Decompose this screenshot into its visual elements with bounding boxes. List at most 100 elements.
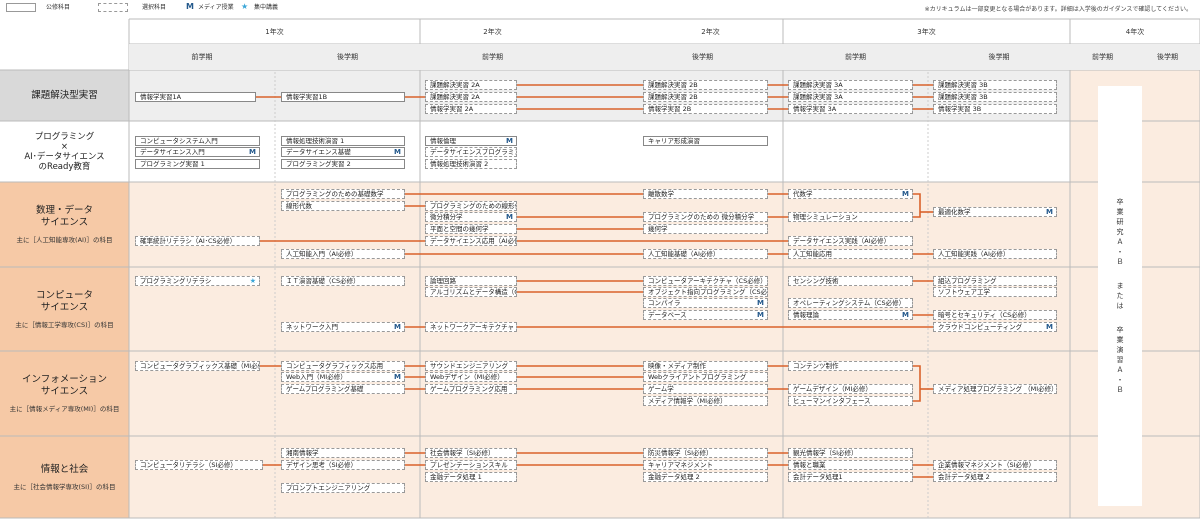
course-box: 平面と空間の幾何学 [425, 224, 517, 234]
grad-char: 習 [1116, 356, 1124, 364]
course-name: デザイン思考（SI必修） [286, 461, 358, 469]
course-name: ネットワーク入門 [286, 323, 338, 331]
grad-char: は [1116, 302, 1124, 310]
media-icon: M [757, 311, 764, 319]
course-box: ＩＴ演習基礎（CS必修） [281, 276, 405, 286]
course-name: 課題解決実習 2B [648, 81, 698, 89]
course-box: サウンドエンジニアリング [425, 361, 517, 371]
course-box: ネットワークアーキテクチャ（CS必修） [425, 322, 517, 332]
course-name: 組込プログラミング [938, 277, 997, 285]
row-label-cs: コンピュータ サイエンス 主に［情報工学専攻(CS)］の科目 [0, 267, 129, 351]
course-box: 情報学実習 3A [788, 104, 913, 114]
course-box: 確率統計リテラシ（AI･CS必修） [135, 236, 260, 246]
course-name: 課題解決実習 3A [793, 93, 843, 101]
course-name: 情報学実習 3A [793, 105, 837, 113]
media-icon: M [902, 311, 909, 319]
course-name: データベース [648, 311, 687, 319]
course-box: 組込プログラミング [933, 276, 1057, 286]
course-box: 人工知能実践（AI必修） [933, 249, 1057, 259]
course-name: 情報倫理 [430, 137, 456, 145]
course-box: コンピュータグラフィックス基礎（MI必修） [135, 361, 260, 371]
row-title: 情報と社会 [40, 463, 89, 475]
grad-char: 演 [1116, 346, 1124, 354]
graduation-or-text: ま た は [1117, 281, 1124, 311]
row-label-math: 数理・データ サイエンス 主に［人工知能専攻(AI)］の科目 [0, 182, 129, 267]
course-name: クラウドコンピューティング [938, 323, 1023, 331]
row-title: インフォメーション サイエンス [21, 374, 108, 397]
course-box: 線形代数 [281, 201, 405, 211]
course-box: データサイエンス応用（AI必修） [425, 236, 517, 246]
course-name: コンピュータグラフィックス応用 [286, 362, 384, 370]
term-header: 前学期 [783, 44, 928, 70]
term-header: 後学期 [275, 44, 420, 70]
course-box: 課題解決実習 2A [425, 80, 517, 90]
course-box: 情報学実習 2B [643, 104, 768, 114]
course-box: 人工知能入門（AI必修） [281, 249, 405, 259]
year-header-4: 4年次 [1125, 27, 1145, 36]
course-box: ゲーム学 [643, 384, 768, 394]
course-box: 観光情報学（SI必修） [788, 448, 913, 458]
course-box: 映像・メディア制作 [643, 361, 768, 371]
course-name: プログラミング実習 1 [140, 160, 205, 168]
course-box: 企業情報マネジメント（SI必修） [933, 460, 1057, 470]
term-header: 後学期 [1135, 44, 1200, 70]
course-name: 最適化数学 [938, 208, 971, 216]
course-box: ゲームデザイン（MI必修） [788, 384, 913, 394]
course-name: Web入門（MI必修） [286, 373, 347, 381]
course-box: プログラミングリテラシ ★ [135, 276, 260, 286]
course-name: センシング技術 [793, 277, 839, 285]
course-box: コンピュータリテラシ（SI必修） [135, 460, 263, 470]
course-name: Webクライアントプログラミング [648, 373, 747, 381]
course-name: 課題解決実習 2A [430, 93, 480, 101]
course-name: サウンドエンジニアリング [430, 362, 508, 370]
media-icon: M [394, 148, 401, 156]
course-box: 社会情報学（SI必修） [425, 448, 517, 458]
grad-char: Ａ [1116, 366, 1124, 374]
course-name: 観光情報学（SI必修） [793, 449, 858, 457]
grad-char: Ａ [1116, 238, 1124, 246]
course-box: 離散数学 [643, 189, 768, 199]
course-name: 情報理論 [793, 311, 819, 319]
course-name: 社会情報学（SI必修） [430, 449, 495, 457]
course-name: ＩＴ演習基礎（CS必修） [286, 277, 360, 285]
course-name: 人工知能入門（AI必修） [286, 250, 358, 258]
course-box: デザイン思考（SI必修） [281, 460, 405, 470]
course-box: プロンプトエンジニアリング [281, 483, 405, 493]
course-box: 情報処理技術演習 2 [425, 159, 517, 169]
course-box: 情報と職業 [788, 460, 913, 470]
graduation-seminar-text: 卒 業 演 習 Ａ ・ Ｂ [1117, 325, 1124, 395]
course-box: ゲームプログラミング基礎 [281, 384, 405, 394]
course-box: オブジェクト指向プログラミング（CS必修） [643, 287, 768, 297]
course-name: 幾何学 [648, 225, 668, 233]
course-name: 課題解決実習 2A [430, 81, 480, 89]
course-box: 物理シミュレーション [788, 212, 913, 222]
course-name: プログラミングのための線形代数 [430, 202, 516, 210]
grad-char: Ｂ [1116, 258, 1124, 266]
course-name: ゲームデザイン（MI必修） [793, 385, 872, 393]
media-icon: M [902, 190, 909, 198]
course-name: 企業情報マネジメント（SI必修） [938, 461, 1036, 469]
term-header: 前学期 [129, 44, 275, 70]
grad-char: 研 [1116, 218, 1124, 226]
course-box: センシング技術 [788, 276, 913, 286]
course-box: 課題解決実習 3A [788, 92, 913, 102]
course-name: 課題解決実習 3B [938, 93, 988, 101]
media-icon: M [249, 148, 256, 156]
grad-char: 業 [1116, 208, 1124, 216]
course-name: プログラミングのための基礎数学 [286, 190, 384, 198]
row-label-si: 情報と社会 主に［社会情報学専攻(SI)］の科目 [0, 436, 129, 518]
course-name: プログラミング実習 2 [286, 160, 351, 168]
graduation-research-box: 卒 業 研 究 Ａ ・ Ｂ ま た は 卒 業 演 習 Ａ ・ Ｂ [1098, 86, 1142, 506]
row-title: プログラミング × AI･データサイエンス のReady教育 [24, 131, 105, 172]
course-box: コンピュータシステム入門 [135, 136, 260, 146]
term-header: 前学期 [1070, 44, 1135, 70]
course-name: コンピュータグラフィックス基礎（MI必修） [140, 362, 260, 370]
year-header-2b: 2年次 [701, 27, 720, 36]
course-box: Web入門（MI必修） M [281, 372, 405, 382]
course-box: 最適化数学 M [933, 207, 1057, 217]
course-box: データサイエンス入門 M [135, 147, 260, 157]
course-name: オブジェクト指向プログラミング（CS必修） [648, 288, 768, 296]
course-name: オペレーティングシステム（CS必修） [793, 299, 906, 307]
row-subtitle: 主に［人工知能専攻(AI)］の科目 [16, 236, 113, 244]
course-box: 防災情報学（SI必修） [643, 448, 768, 458]
